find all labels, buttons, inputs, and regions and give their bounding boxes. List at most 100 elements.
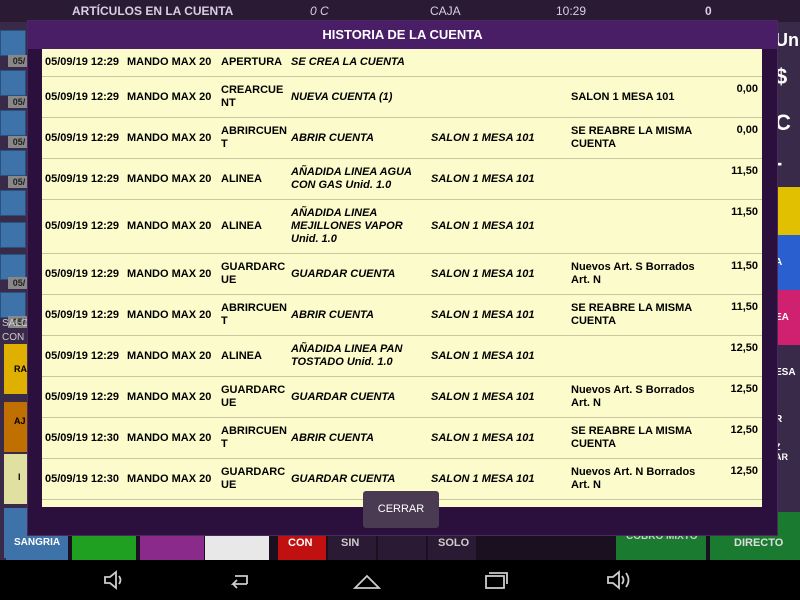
recents-icon[interactable] [480, 568, 510, 592]
row-amount: 11,50 [731, 165, 758, 177]
row-description: ABRIR CUENTA [291, 131, 374, 144]
row-action: GUARDARCUE [221, 261, 286, 286]
system-navbar [0, 560, 800, 600]
row-date: 05/09/19 12:30 [45, 431, 120, 444]
row-amount: 11,50 [731, 301, 758, 313]
left-button[interactable] [0, 110, 26, 136]
row-user: MANDO MAX 20 [127, 308, 212, 321]
row-date: 05/09/19 12:29 [45, 56, 120, 68]
top-bar: ARTÍCULOS EN LA CUENTA 0 C CAJA 10:29 0 [0, 0, 800, 22]
row-location: SALON 1 MESA 101 [431, 172, 535, 185]
left-button[interactable] [0, 190, 26, 216]
close-button[interactable]: CERRAR [363, 491, 439, 528]
row-user: MANDO MAX 20 [127, 172, 212, 185]
history-row[interactable]: 05/09/19 12:29 MANDO MAX 20 GUARDARCUE GUAR… [42, 377, 762, 418]
row-user: MANDO MAX 20 [127, 267, 212, 280]
row-user: MANDO MAX 20 [127, 131, 212, 144]
left-button[interactable] [0, 222, 26, 248]
row-description: AÑADIDA LINEA MEJILLONES VAPOR Unid. 1.0 [291, 207, 403, 245]
row-amount: 12,50 [730, 465, 758, 477]
row-amount: 0,00 [736, 83, 758, 95]
row-location: SALON 1 MESA 101 [431, 267, 535, 280]
row-date: 05/09/19 12:30 [45, 472, 120, 485]
history-dialog: HISTORIA DE LA CUENTA 05/09/19 12:29 MAND… [27, 20, 778, 536]
history-row[interactable]: 05/09/19 12:29 MANDO MAX 20 APERTURA SE CRE… [42, 49, 762, 77]
row-location: SALON 1 MESA 101 [431, 431, 535, 444]
history-row[interactable]: 05/09/19 12:29 MANDO MAX 20 ALINEA AÑADIDA … [42, 200, 762, 254]
row-description: AÑADIDA LINEA AGUA CON GAS Unid. 1.0 [291, 166, 412, 191]
left-button[interactable] [0, 292, 26, 318]
right-button-c[interactable]: C [775, 110, 800, 136]
row-amount: 12,50 [730, 342, 758, 354]
row-description: AÑADIDA LINEA PAN TOSTADO Unid. 1.0 [291, 343, 403, 368]
volume-down-icon[interactable] [100, 568, 130, 592]
row-location [431, 49, 571, 76]
item-count: 0 [705, 4, 712, 18]
history-row[interactable]: 05/09/19 12:29 MANDO MAX 20 ABRIRCUENT ABRI… [42, 118, 762, 159]
i-button-label: I [18, 472, 21, 482]
row-info: SE REABRE LA MISMA CUENTA [571, 125, 692, 150]
salon-label: SALO [2, 318, 29, 329]
right-button-a[interactable]: A [775, 235, 800, 290]
row-date: 05/09/19 12:29 [45, 390, 120, 403]
directo-label: DIRECTO [734, 537, 784, 549]
row-action: ALINEA [221, 349, 262, 362]
row-action: ALINEA [221, 220, 262, 232]
left-button[interactable] [0, 30, 26, 56]
right-button-z[interactable]: Z AR [775, 442, 800, 490]
volume-up-icon[interactable] [605, 568, 635, 592]
caja-label: CAJA [430, 4, 461, 18]
row-date: 05/09/19 12:29 [45, 349, 120, 362]
right-button-dash[interactable]: - [775, 150, 800, 176]
i-button[interactable]: I [4, 454, 28, 504]
row-action: GUARDARCUE [221, 384, 286, 409]
aj-button[interactable]: AJ [4, 402, 28, 452]
row-amount: 0,00 [736, 124, 758, 136]
history-row[interactable]: 05/09/19 12:29 MANDO MAX 20 ALINEA AÑADIDA … [42, 336, 762, 377]
sin-button-label: SIN [341, 537, 360, 549]
row-location [431, 77, 571, 117]
home-icon[interactable] [352, 568, 382, 592]
left-button[interactable] [0, 150, 26, 176]
row-info: Nuevos Art. S Borrados Art. N [571, 261, 695, 286]
history-row[interactable]: 05/09/19 12:29 MANDO MAX 20 ABRIRCUENT ABRI… [42, 295, 762, 336]
right-button-esa[interactable]: ESA [775, 345, 800, 400]
row-info: SE REABRE LA MISMA CUENTA [571, 302, 692, 327]
history-row[interactable]: 05/09/19 12:30 MANDO MAX 20 ABRIRCUENT ABRI… [42, 418, 762, 459]
row-info [571, 336, 716, 376]
history-row[interactable]: 05/09/19 12:29 MANDO MAX 20 ALINEA AÑADIDA … [42, 159, 762, 200]
row-amount: 11,50 [731, 260, 758, 272]
row-description: SE CREA LA CUENTA [291, 56, 405, 68]
row-user: MANDO MAX 20 [127, 90, 212, 103]
row-date: 05/09/19 12:29 [45, 267, 120, 280]
row-description: ABRIR CUENTA [291, 431, 374, 444]
row-info: SALON 1 MESA 101 [571, 90, 675, 103]
back-icon[interactable] [225, 568, 255, 592]
left-button[interactable] [0, 70, 26, 96]
row-amount: 12,50 [730, 383, 758, 395]
row-info: Nuevos Art. N Borrados Art. N [571, 466, 696, 491]
right-button-un[interactable]: Un [775, 30, 800, 51]
total-amount: 0 C [310, 4, 329, 18]
row-description: NUEVA CUENTA (1) [291, 90, 393, 103]
history-row[interactable]: 05/09/19 12:29 MANDO MAX 20 GUARDARCUE GUAR… [42, 254, 762, 295]
con-label: CON [2, 332, 25, 343]
row-location: SALON 1 MESA 101 [431, 349, 535, 362]
right-button-dollar[interactable]: $ [775, 64, 800, 90]
row-amount: 11,50 [731, 206, 758, 218]
row-info [571, 49, 716, 76]
right-button-ea[interactable]: EA [775, 290, 800, 345]
ra-button[interactable]: RA [4, 344, 28, 394]
row-location: SALON 1 MESA 101 [431, 390, 535, 403]
right-button-r[interactable]: R [775, 400, 800, 440]
history-row[interactable]: 05/09/19 12:29 MANDO MAX 20 CREARCUENT NUEV… [42, 77, 762, 118]
right-button-yellow[interactable] [775, 187, 800, 235]
row-action: ALINEA [221, 172, 262, 185]
row-info [571, 200, 716, 253]
row-user: MANDO MAX 20 [127, 390, 212, 403]
row-date: 05/09/19 12:29 [45, 172, 120, 185]
history-table[interactable]: 05/09/19 12:29 MANDO MAX 20 APERTURA SE CRE… [42, 49, 762, 507]
row-date: 05/09/19 12:29 [45, 220, 120, 232]
row-location: SALON 1 MESA 101 [431, 308, 535, 321]
row-location: SALON 1 MESA 101 [431, 131, 535, 144]
